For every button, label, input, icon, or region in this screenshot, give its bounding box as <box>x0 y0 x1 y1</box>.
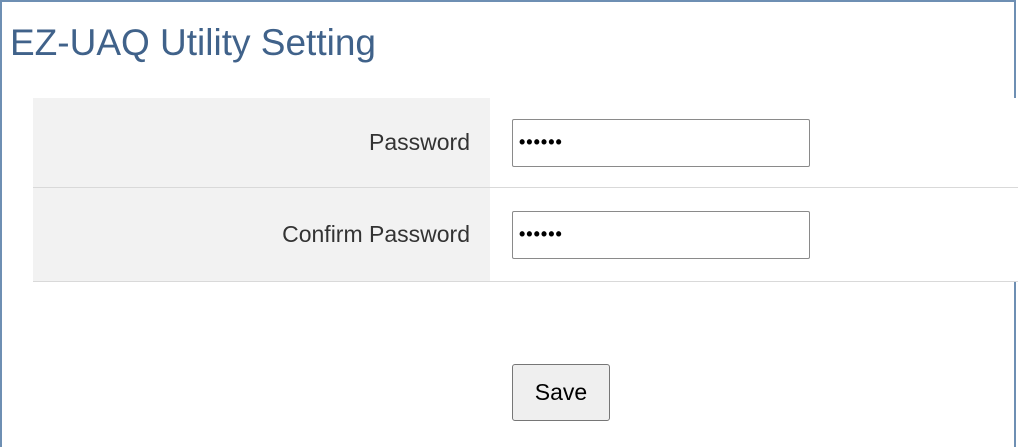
page-title: EZ-UAQ Utility Setting <box>10 22 376 63</box>
save-button[interactable]: Save <box>512 364 610 421</box>
password-label: Password <box>33 98 490 187</box>
settings-table: Password Confirm Password <box>33 98 1018 282</box>
confirm-password-input[interactable] <box>512 210 810 259</box>
confirm-password-row: Confirm Password <box>33 188 1018 282</box>
password-input[interactable] <box>512 118 810 167</box>
confirm-password-value-cell <box>490 188 1018 281</box>
confirm-password-label: Confirm Password <box>33 188 490 281</box>
password-value-cell <box>490 98 1018 187</box>
password-row: Password <box>33 98 1018 188</box>
